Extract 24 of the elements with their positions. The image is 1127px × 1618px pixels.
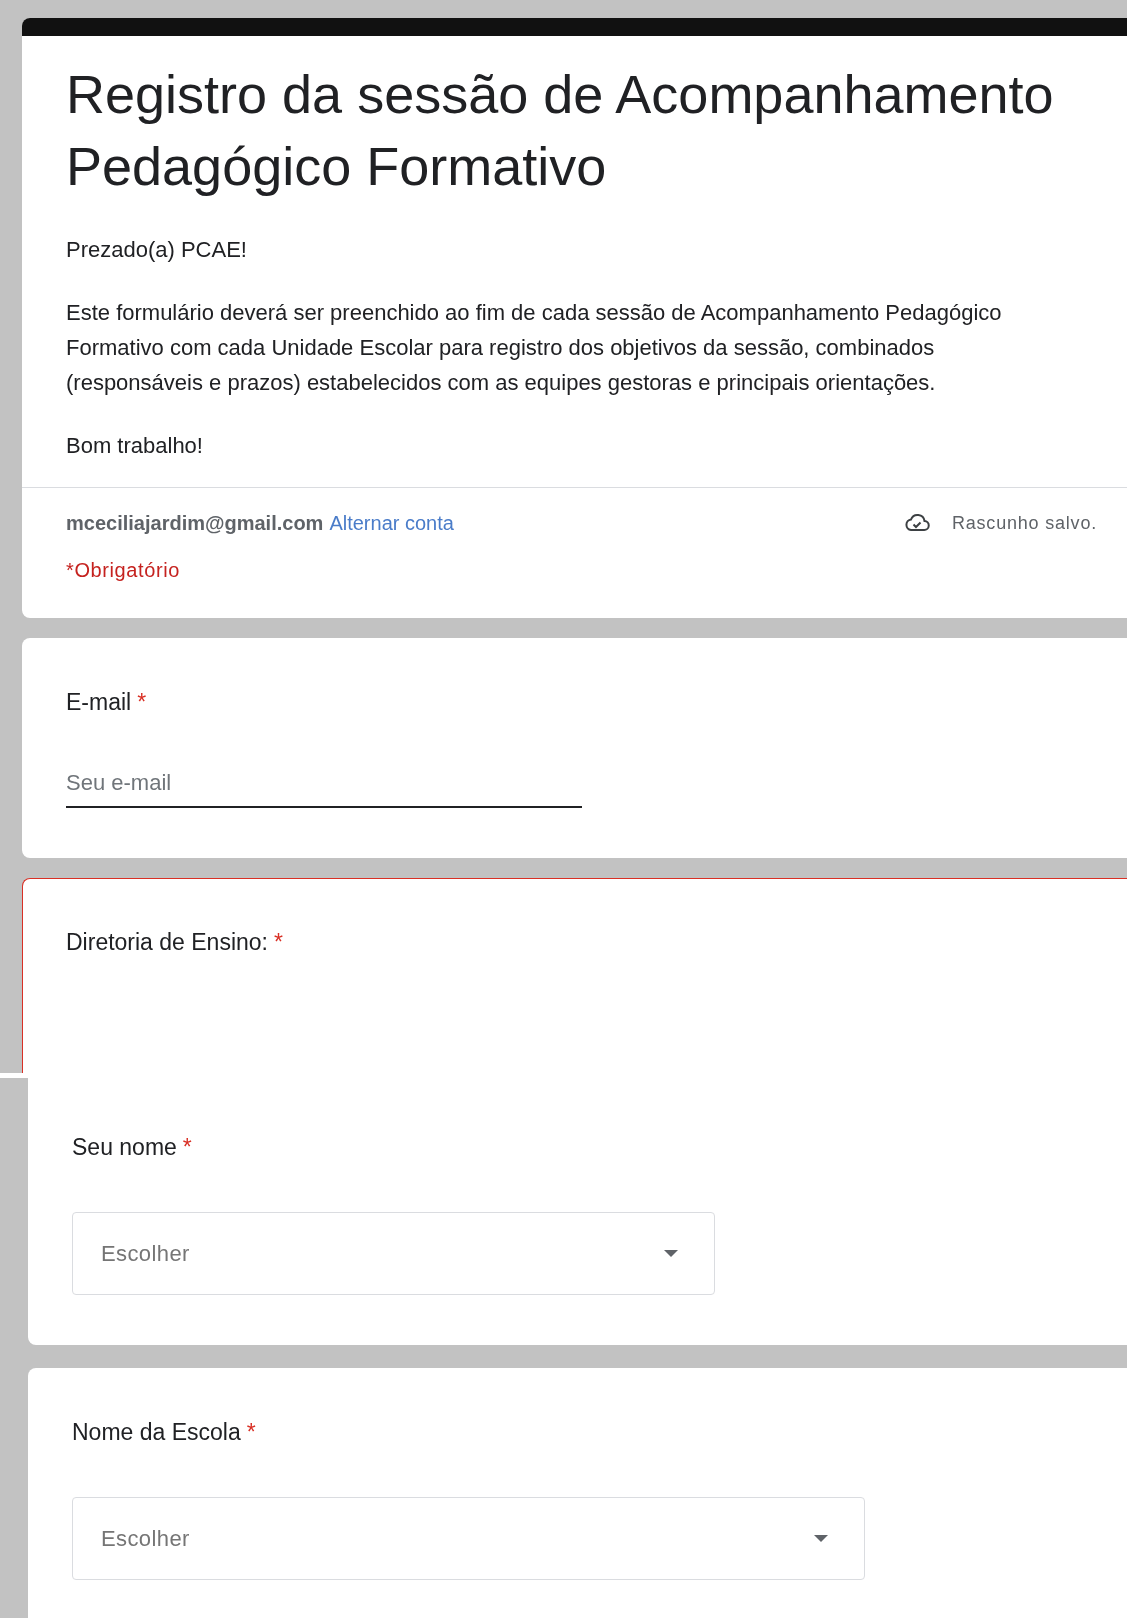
dropdown-placeholder: Escolher [101,1525,191,1552]
required-mark: * [274,929,283,955]
description-text: Este formulário deverá ser preenchido ao fim de cada sessão de Acompanhamento Pedagógico Formativo com cada Unidade Escolar para registro dos objetivos da sessão, combinados (responsáveis e prazos) estabelecidos com as equipes gestoras e principais orientações. [66,299,1003,397]
question-label: E-mail [66,689,132,715]
description-text: Bom trabalho! [66,432,204,460]
form-title: Registro da sessão de Acompanhamento Pedagógico Formativo [66,63,1055,198]
description-text: Prezado(a) PCAE! [66,236,248,264]
question-label: Diretoria de Ensino: [66,929,268,955]
caret-icon [664,1250,678,1257]
draft-status: Rascunho salvo. [951,512,1097,534]
required-note: *Obrigatório [65,558,181,583]
question-label: Seu nome [72,1134,177,1160]
dropdown-placeholder: Escolher [101,1240,191,1267]
dropdown-field[interactable]: Escolher [72,1497,865,1580]
question-label: Nome da Escola [72,1419,241,1445]
required-mark: * [137,689,147,715]
caret-icon [814,1535,828,1542]
account-email: mceciliajardim@gmail.com [66,511,324,535]
email-field[interactable]: Seu e-mail [66,770,582,808]
required-mark: * [246,1419,256,1445]
cloud-check-icon [903,513,930,533]
required-mark: * [182,1134,192,1160]
dropdown-field[interactable]: Escolher [72,1212,715,1295]
switch-account-link[interactable]: Alternar conta [329,511,454,535]
